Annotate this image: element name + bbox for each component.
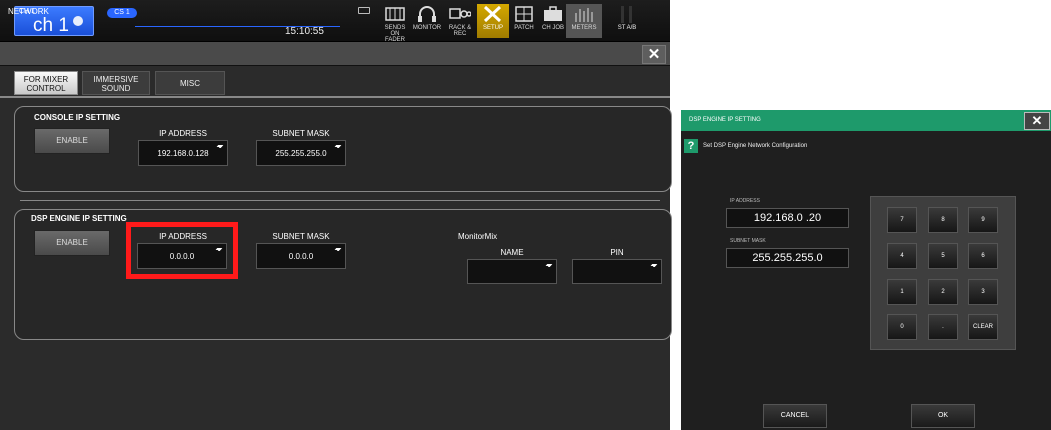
meters-label: METERS — [571, 25, 597, 31]
monitor-label: MONITOR — [412, 25, 442, 31]
edit-corner-icon — [544, 264, 553, 267]
sends-on-fader-icon — [385, 7, 405, 21]
help-icon: ? — [684, 139, 698, 153]
meters-icon — [575, 8, 593, 22]
st-ab-meter-icon — [621, 6, 632, 23]
rack-rec-button[interactable]: RACK & REC — [444, 4, 476, 38]
edit-corner-icon — [333, 145, 342, 148]
top-toolbar: CH 1 ch 1 CS 1 15:10:55 SENDS ON FADER M… — [0, 0, 670, 43]
key-4[interactable]: 4 — [887, 243, 917, 269]
tools-icon — [483, 5, 502, 23]
dialog-ip-label: IP ADDRESS — [730, 198, 760, 204]
tab-for-mixer-control[interactable]: FOR MIXER CONTROL — [14, 71, 78, 95]
close-button[interactable]: ✕ — [642, 45, 666, 64]
key-1[interactable]: 1 — [887, 279, 917, 305]
name-label: NAME — [500, 248, 524, 257]
window-titlebar — [0, 42, 670, 66]
dsp-mask-label: SUBNET MASK — [272, 232, 330, 241]
highlight-box — [126, 222, 238, 279]
key-7[interactable]: 7 — [887, 207, 917, 233]
st-ab-button[interactable]: ST A/B — [607, 4, 647, 38]
setup-button[interactable]: SETUP — [477, 4, 509, 38]
briefcase-icon — [544, 6, 562, 21]
sends-on-fader-label: SENDS ON FADER — [384, 25, 406, 43]
meters-button[interactable]: METERS — [566, 4, 602, 38]
tab-label-line1: MISC — [180, 79, 200, 88]
pin-label: PIN — [610, 248, 624, 257]
channel-name-label: ch 1 — [33, 15, 69, 36]
patch-icon — [515, 6, 533, 22]
dsp-engine-title: DSP ENGINE IP SETTING — [31, 214, 127, 223]
tab-label-line2: SOUND — [101, 84, 131, 93]
edit-corner-icon — [333, 248, 342, 251]
console-ip-title: CONSOLE IP SETTING — [34, 113, 121, 122]
monitor-button[interactable]: MONITOR — [411, 4, 443, 38]
key-3[interactable]: 3 — [968, 279, 998, 305]
dsp-mask-value: 0.0.0.0 — [288, 252, 314, 261]
key-0[interactable]: 0 — [887, 314, 917, 340]
status-indicator-icon — [358, 7, 370, 14]
st-ab-label: ST A/B — [617, 25, 637, 31]
tab-immersive-sound[interactable]: IMMERSIVE SOUND — [82, 71, 150, 95]
tab-label-line2: CONTROL — [26, 84, 66, 93]
headphones-icon — [418, 6, 436, 22]
console-mask-label: SUBNET MASK — [272, 129, 330, 138]
tab-underline — [0, 96, 670, 98]
key-2[interactable]: 2 — [928, 279, 958, 305]
setup-label: SETUP — [482, 25, 503, 31]
tab-label-line1: IMMERSIVE — [93, 75, 139, 84]
dsp-mask-field[interactable]: 0.0.0.0 — [256, 243, 346, 269]
patch-label: PATCH — [514, 25, 534, 31]
monitormix-label: MonitorMix — [458, 232, 498, 241]
cancel-button[interactable]: CANCEL — [763, 404, 827, 428]
tab-label-line1: FOR MIXER — [23, 75, 69, 84]
key-8[interactable]: 8 — [928, 207, 958, 233]
console-ip-label: IP ADDRESS — [159, 129, 207, 138]
patch-button[interactable]: PATCH — [510, 4, 538, 38]
console-mask-value: 255.255.255.0 — [275, 149, 327, 158]
dsp-enable-button[interactable]: ENABLE — [34, 230, 110, 256]
ok-button[interactable]: OK — [911, 404, 975, 428]
console-enable-button[interactable]: ENABLE — [34, 128, 110, 154]
console-ip-field[interactable]: 192.168.0.128 — [138, 140, 228, 166]
dialog-mask-label: SUBNET MASK — [730, 238, 766, 244]
ch-job-label: CH JOB — [541, 25, 564, 31]
edit-corner-icon — [215, 145, 224, 148]
monitormix-name-field[interactable] — [467, 259, 557, 284]
dialog-message: Set DSP Engine Network Configuration — [703, 143, 808, 149]
numeric-keypad: 7 8 9 4 5 6 1 2 3 0 . CLEAR — [870, 196, 1016, 350]
dialog-close-button[interactable]: ✕ — [1024, 112, 1050, 130]
monitormix-pin-field[interactable] — [572, 259, 662, 284]
key-dot[interactable]: . — [928, 314, 958, 340]
tab-misc[interactable]: MISC — [155, 71, 225, 95]
console-ip-value: 192.168.0.128 — [157, 149, 209, 158]
ch-job-button[interactable]: CH JOB — [539, 4, 567, 38]
dialog-mask-field[interactable]: 255.255.255.0 — [726, 248, 849, 268]
dialog-title: DSP ENGINE IP SETTING — [689, 117, 761, 123]
dialog-ip-field[interactable]: 192.168.0 .20 — [726, 208, 849, 228]
rack-rec-icon — [449, 8, 471, 19]
console-mask-field[interactable]: 255.255.255.0 — [256, 140, 346, 166]
section-divider — [20, 200, 660, 201]
sends-on-fader-button[interactable]: SENDS ON FADER — [380, 4, 410, 43]
edit-corner-icon — [649, 264, 658, 267]
window-title: NETWORK — [8, 7, 49, 16]
key-5[interactable]: 5 — [928, 243, 958, 269]
key-9[interactable]: 9 — [968, 207, 998, 233]
channel-knob-icon — [73, 16, 83, 26]
cs-tag: CS 1 — [107, 8, 137, 18]
key-clear[interactable]: CLEAR — [968, 314, 998, 340]
clock: 15:10:55 — [285, 26, 324, 37]
rack-rec-label: RACK & REC — [448, 25, 472, 37]
key-6[interactable]: 6 — [968, 243, 998, 269]
